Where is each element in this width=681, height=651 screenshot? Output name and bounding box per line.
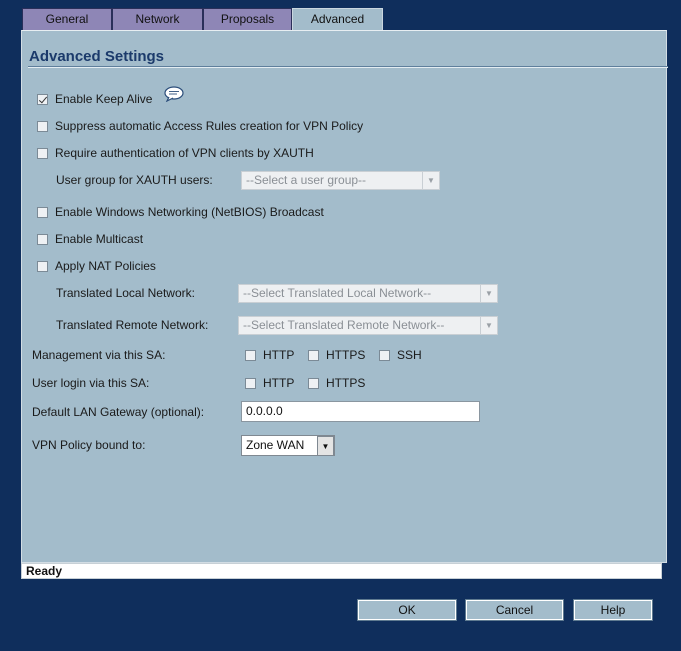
management-https-label: HTTPS bbox=[326, 348, 366, 362]
keep-alive-row: Enable Keep Alive bbox=[37, 90, 152, 108]
xauth-group-label: User group for XAUTH users: bbox=[56, 173, 213, 187]
chevron-down-icon: ▼ bbox=[422, 172, 439, 189]
default-gateway-input[interactable]: 0.0.0.0 bbox=[241, 401, 480, 422]
status-bar: Ready bbox=[21, 563, 662, 579]
tab-network[interactable]: Network bbox=[112, 8, 203, 30]
management-https-checkbox[interactable] bbox=[308, 349, 319, 361]
translated-local-row: Translated Local Network: bbox=[56, 284, 195, 302]
xauth-group-select[interactable]: --Select a user group-- ▼ bbox=[241, 171, 440, 190]
chevron-down-icon: ▼ bbox=[317, 436, 334, 455]
user-login-row: User login via this SA: bbox=[32, 374, 149, 392]
help-button[interactable]: Help bbox=[573, 599, 653, 621]
user-login-http-option: HTTP bbox=[245, 374, 294, 392]
management-http-label: HTTP bbox=[263, 348, 295, 362]
page-title: Advanced Settings bbox=[29, 48, 165, 65]
translated-remote-label: Translated Remote Network: bbox=[56, 318, 209, 332]
suppress-rules-checkbox[interactable] bbox=[37, 120, 48, 132]
management-https-option: HTTPS bbox=[308, 346, 365, 364]
translated-local-label: Translated Local Network: bbox=[56, 286, 195, 300]
netbios-label: Enable Windows Networking (NetBIOS) Broa… bbox=[55, 205, 324, 219]
xauth-group-row: User group for XAUTH users: bbox=[56, 171, 213, 189]
netbios-row: Enable Windows Networking (NetBIOS) Broa… bbox=[37, 203, 324, 221]
bound-to-select[interactable]: Zone WAN ▼ bbox=[241, 435, 335, 456]
user-login-https-label: HTTPS bbox=[326, 376, 366, 390]
keep-alive-checkbox[interactable] bbox=[37, 93, 48, 105]
nat-label: Apply NAT Policies bbox=[55, 259, 156, 273]
title-divider bbox=[28, 66, 668, 68]
user-login-http-checkbox[interactable] bbox=[245, 377, 256, 389]
management-http-checkbox[interactable] bbox=[245, 349, 256, 361]
translated-remote-value: --Select Translated Remote Network-- bbox=[243, 318, 445, 332]
chevron-down-icon: ▼ bbox=[480, 285, 497, 302]
translated-remote-select[interactable]: --Select Translated Remote Network-- ▼ bbox=[238, 316, 498, 335]
keep-alive-label: Enable Keep Alive bbox=[55, 92, 153, 106]
xauth-label: Require authentication of VPN clients by… bbox=[55, 146, 314, 160]
bound-to-label: VPN Policy bound to: bbox=[32, 438, 146, 452]
xauth-group-value: --Select a user group-- bbox=[246, 173, 367, 187]
ok-button[interactable]: OK bbox=[357, 599, 457, 621]
default-gateway-label: Default LAN Gateway (optional): bbox=[32, 405, 205, 419]
translated-local-value: --Select Translated Local Network-- bbox=[243, 286, 432, 300]
default-gateway-row: Default LAN Gateway (optional): bbox=[32, 403, 204, 421]
user-login-https-option: HTTPS bbox=[308, 374, 365, 392]
nat-checkbox[interactable] bbox=[37, 260, 48, 272]
user-login-http-label: HTTP bbox=[263, 376, 295, 390]
management-row: Management via this SA: bbox=[32, 346, 165, 364]
management-http-option: HTTP bbox=[245, 346, 294, 364]
speech-bubble-icon[interactable] bbox=[164, 86, 184, 102]
xauth-row: Require authentication of VPN clients by… bbox=[37, 144, 314, 162]
bound-to-row: VPN Policy bound to: bbox=[32, 436, 145, 454]
multicast-row: Enable Multicast bbox=[37, 230, 143, 248]
management-ssh-checkbox[interactable] bbox=[379, 349, 390, 361]
suppress-rules-row: Suppress automatic Access Rules creation… bbox=[37, 117, 363, 135]
user-login-https-checkbox[interactable] bbox=[308, 377, 319, 389]
chevron-down-icon: ▼ bbox=[480, 317, 497, 334]
tab-advanced[interactable]: Advanced bbox=[292, 8, 383, 31]
tab-general[interactable]: General bbox=[22, 8, 112, 30]
tab-proposals[interactable]: Proposals bbox=[203, 8, 292, 30]
multicast-checkbox[interactable] bbox=[37, 233, 48, 245]
translated-remote-row: Translated Remote Network: bbox=[56, 316, 208, 334]
cancel-button[interactable]: Cancel bbox=[465, 599, 564, 621]
management-ssh-label: SSH bbox=[397, 348, 422, 362]
bound-to-value: Zone WAN bbox=[246, 438, 305, 452]
translated-local-select[interactable]: --Select Translated Local Network-- ▼ bbox=[238, 284, 498, 303]
management-ssh-option: SSH bbox=[379, 346, 422, 364]
xauth-checkbox[interactable] bbox=[37, 147, 48, 159]
multicast-label: Enable Multicast bbox=[55, 232, 144, 246]
advanced-settings-panel: Advanced Settings Enable Keep Alive Supp… bbox=[21, 30, 668, 563]
suppress-rules-label: Suppress automatic Access Rules creation… bbox=[55, 119, 364, 133]
nat-row: Apply NAT Policies bbox=[37, 257, 156, 275]
management-label: Management via this SA: bbox=[32, 348, 166, 362]
netbios-checkbox[interactable] bbox=[37, 206, 48, 218]
user-login-label: User login via this SA: bbox=[32, 376, 150, 390]
